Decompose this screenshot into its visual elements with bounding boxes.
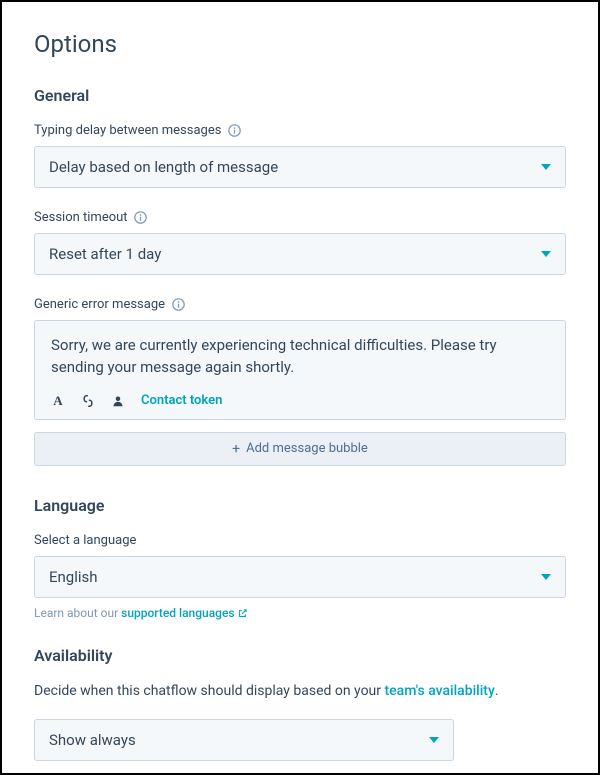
chevron-down-icon (541, 574, 551, 580)
add-message-bubble-button[interactable]: + Add message bubble (34, 432, 566, 466)
availability-desc-prefix: Decide when this chatflow should display… (34, 683, 385, 699)
availability-description: Decide when this chatflow should display… (34, 683, 566, 699)
page-title: Options (34, 30, 566, 58)
language-value: English (49, 568, 98, 586)
language-select[interactable]: English (34, 556, 566, 598)
contact-token-link[interactable]: Contact token (141, 393, 222, 408)
language-help-text: Learn about our supported languages (34, 606, 566, 620)
generic-error-text[interactable]: Sorry, we are currently experiencing tec… (51, 335, 549, 379)
availability-desc-suffix: . (495, 683, 499, 699)
add-bubble-label: Add message bubble (246, 441, 368, 456)
text-format-icon[interactable]: A (51, 393, 65, 409)
availability-value: Show always (49, 731, 136, 749)
info-icon[interactable] (171, 298, 185, 312)
supported-languages-link[interactable]: supported languages (121, 606, 247, 620)
general-header: General (34, 86, 566, 105)
generic-error-label: Generic error message (34, 297, 165, 312)
language-help-prefix: Learn about our (34, 606, 121, 620)
select-language-label: Select a language (34, 533, 136, 548)
session-timeout-value: Reset after 1 day (49, 245, 161, 263)
language-header: Language (34, 496, 566, 515)
generic-error-message-box[interactable]: Sorry, we are currently experiencing tec… (34, 320, 566, 420)
chevron-down-icon (541, 251, 551, 257)
session-timeout-label-row: Session timeout (34, 210, 566, 225)
person-icon[interactable] (111, 393, 125, 409)
teams-availability-link[interactable]: team's availability (385, 683, 495, 699)
generic-error-label-row: Generic error message (34, 297, 566, 312)
section-general: General Typing delay between messages De… (34, 86, 566, 466)
section-language: Language Select a language English Learn… (34, 496, 566, 620)
info-icon[interactable] (227, 124, 241, 138)
section-availability: Availability Decide when this chatflow s… (34, 646, 566, 761)
availability-header: Availability (34, 646, 566, 665)
link-icon[interactable] (81, 393, 95, 409)
session-timeout-label: Session timeout (34, 210, 128, 225)
session-timeout-select[interactable]: Reset after 1 day (34, 233, 566, 275)
language-label-row: Select a language (34, 533, 566, 548)
typing-delay-label-row: Typing delay between messages (34, 123, 566, 138)
typing-delay-label: Typing delay between messages (34, 123, 221, 138)
external-link-icon (237, 608, 248, 619)
chevron-down-icon (429, 737, 439, 743)
availability-select[interactable]: Show always (34, 719, 454, 761)
chevron-down-icon (541, 164, 551, 170)
typing-delay-select[interactable]: Delay based on length of message (34, 146, 566, 188)
typing-delay-value: Delay based on length of message (49, 158, 278, 176)
info-icon[interactable] (134, 211, 148, 225)
plus-icon: + (232, 441, 240, 457)
message-toolbar: A Contact token (51, 393, 549, 409)
